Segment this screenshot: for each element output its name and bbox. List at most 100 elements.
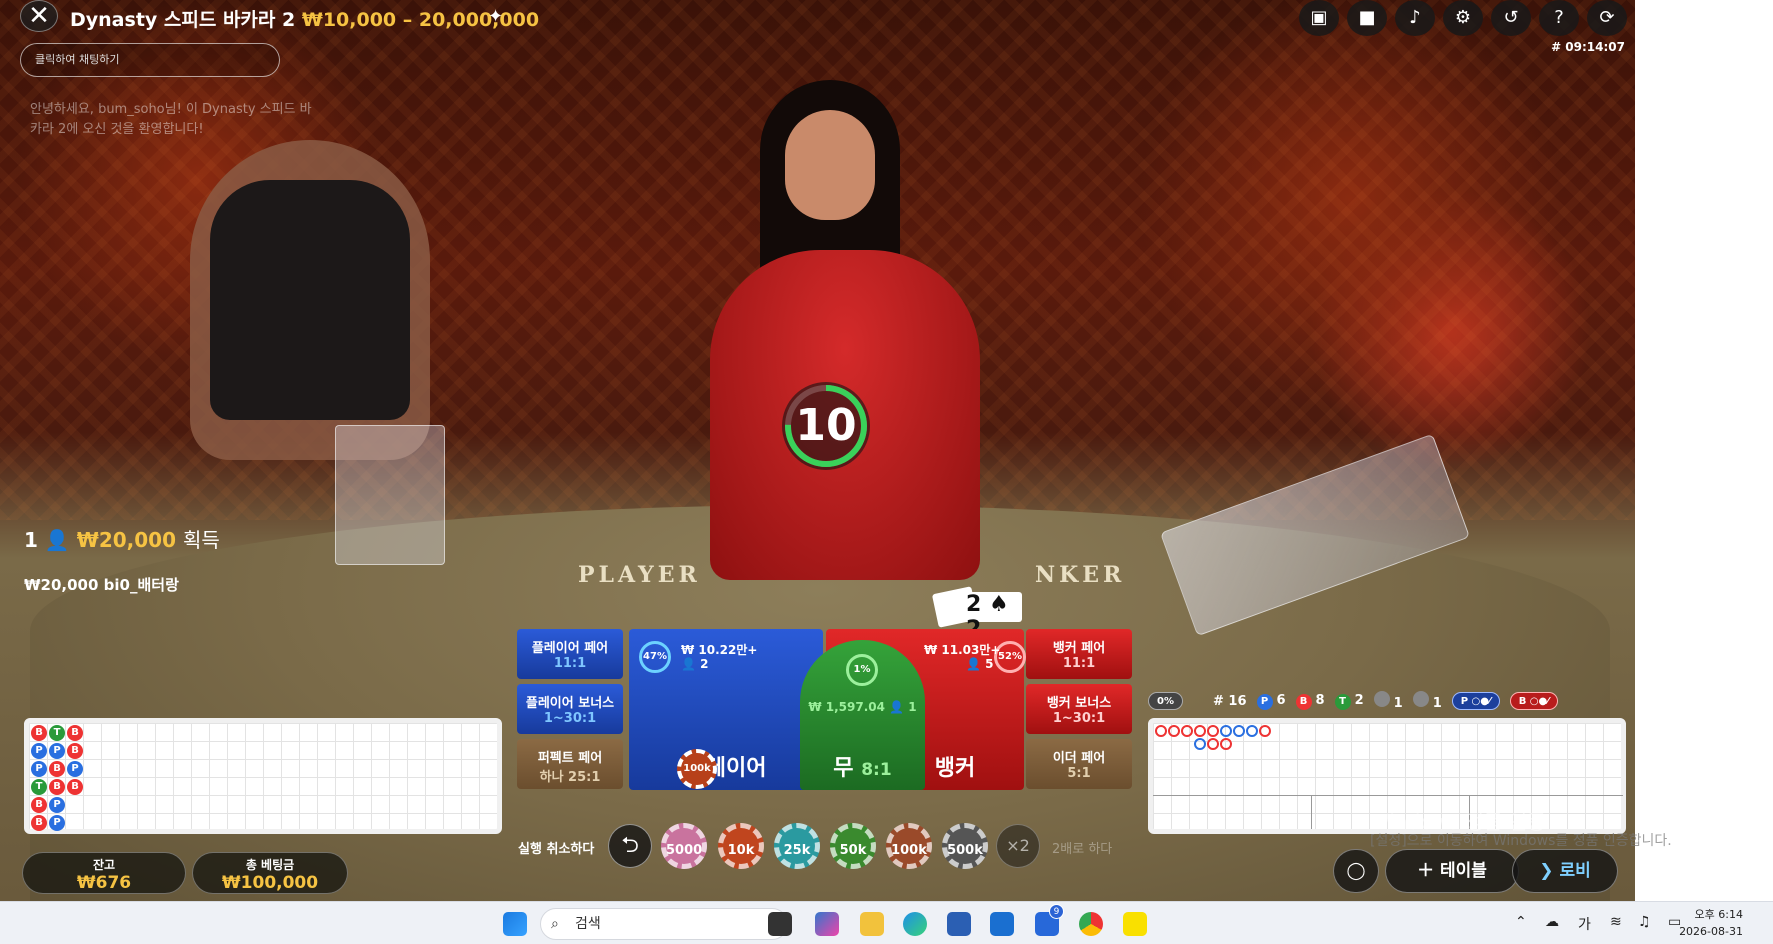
bet-limits: ₩10,000 – 20,000,000	[301, 9, 540, 31]
bead-P: P	[49, 797, 65, 813]
bead-T: T	[31, 779, 47, 795]
player-pair-odds: 11:1	[553, 656, 587, 671]
store-icon[interactable]	[947, 912, 971, 936]
video-icon[interactable]: ■	[1347, 0, 1387, 36]
plus-icon: ＋	[1417, 861, 1435, 881]
perfect-pair-bet[interactable]: 퍼펙트 페어 하나 25:1	[517, 739, 623, 789]
banker-pair-label: 뱅커 페어	[1052, 641, 1106, 656]
add-table-button[interactable]: ＋ 테이블	[1385, 849, 1519, 893]
tie-bet[interactable]: 1% ₩ 1,597.04 👤 1 무 8:1	[800, 640, 925, 790]
player-bonus-odds: 1~30:1	[543, 711, 597, 726]
close-button[interactable]: ✕	[20, 0, 58, 32]
tray-chevron-icon[interactable]: ⌃	[1515, 914, 1527, 930]
balance-display: 잔고 ₩676	[22, 852, 186, 894]
lobby-button[interactable]: ❯ 로비	[1512, 849, 1618, 893]
chip-500k[interactable]: 500k	[942, 823, 988, 869]
bead-B: B	[31, 815, 47, 831]
task-view-icon[interactable]	[768, 912, 792, 936]
onedrive-icon[interactable]: ☁	[1545, 914, 1559, 930]
chat-input[interactable]: 클릭하여 채팅하기	[20, 43, 280, 77]
chat-icon[interactable]: ▣	[1299, 0, 1339, 36]
banker-count: 👤 5	[966, 657, 994, 671]
countdown-timer: 10	[782, 382, 870, 470]
big-road-mark	[1220, 738, 1232, 750]
file-explorer-icon[interactable]	[860, 912, 884, 936]
big-road-mark	[1194, 725, 1206, 737]
windows-activation-hint: [설정]으로 이동하여 Windows를 정품 인증합니다.	[1370, 833, 1672, 849]
either-pair-bet[interactable]: 이더 페어 5:1	[1026, 739, 1132, 789]
chip-50k[interactable]: 50k	[830, 823, 876, 869]
player-stake: ₩ 10.22만+	[681, 643, 758, 657]
outlook-icon[interactable]	[990, 912, 1014, 936]
tie-wins-value: 2	[1354, 692, 1364, 708]
player-pair-bet[interactable]: 플레이어 페어 11:1	[517, 629, 623, 679]
bead-T: T	[49, 725, 65, 741]
lobby-switch-icon[interactable]: ⟳	[1587, 0, 1627, 36]
lobby-arrow-icon: ❯	[1539, 861, 1554, 881]
tie-dot-icon: T	[1334, 693, 1351, 710]
search-placeholder: 검색	[575, 916, 601, 932]
player-label: 플레이어	[685, 756, 767, 781]
placed-chip-100k: 100k	[677, 749, 717, 789]
bead-road[interactable]: BPPTBBTPBBPPBBPB	[24, 718, 502, 834]
banker-count-value: 5	[985, 657, 994, 671]
player-pair-count: 1	[1373, 691, 1403, 711]
chip-5000[interactable]: 5000	[661, 823, 707, 869]
banker-pair-dot-icon	[1412, 691, 1429, 707]
banker-pair-bet[interactable]: 뱅커 페어 11:1	[1026, 629, 1132, 679]
pin-icon[interactable]: ✦	[488, 6, 503, 27]
table-title: Dynasty 스피드 바카라 2 ₩10,000 – 20,000,000	[70, 5, 539, 32]
live-game-view: PLAYER NKER 2 ♠ 2 ✕ Dynasty 스피드 바카라 2 ₩1…	[0, 0, 1635, 901]
chrome-icon[interactable]	[1079, 912, 1103, 936]
ime-indicator[interactable]: 가	[1578, 914, 1591, 934]
wifi-icon[interactable]: ≋	[1610, 914, 1622, 930]
player-pair-count-value: 1	[1393, 696, 1403, 711]
road-divider	[1153, 795, 1623, 796]
banker-bonus-bet[interactable]: 뱅커 보너스 1~30:1	[1026, 684, 1132, 734]
chip-10k[interactable]: 10k	[718, 823, 764, 869]
player-wins-value: 6	[1276, 692, 1286, 708]
chip-100k[interactable]: 100k	[886, 823, 932, 869]
start-icon[interactable]	[503, 912, 527, 936]
history-icon[interactable]: ↺	[1491, 0, 1531, 36]
balance-value: ₩676	[76, 873, 132, 893]
ask-banker-button[interactable]: B ○●⁄	[1509, 692, 1558, 710]
total-bet-label: 총 베팅금	[245, 858, 295, 872]
perfect-pair-odds: 하나 25:1	[539, 770, 601, 785]
double-button[interactable]: ×2	[996, 824, 1040, 868]
game-clock: # 09:14:07	[1551, 40, 1625, 54]
edge-icon[interactable]	[903, 912, 927, 936]
either-pair-odds: 5:1	[1067, 766, 1091, 781]
taskbar-search[interactable]: ⌕ 검색	[540, 908, 788, 940]
big-road-mark	[1220, 725, 1232, 737]
tie-wins: T2	[1334, 692, 1364, 710]
big-road-mark	[1207, 725, 1219, 737]
kakaotalk-icon[interactable]	[1123, 912, 1147, 936]
m365-icon[interactable]	[815, 912, 839, 936]
player-bet[interactable]: 47% ₩ 10.22만+ 👤 2 플레이어 100k	[629, 629, 823, 790]
winner-suffix: 획득	[182, 528, 220, 552]
banker-dot-icon: B	[1295, 693, 1312, 710]
help-icon[interactable]: ?	[1539, 0, 1579, 36]
winners-summary: 1 👤 ₩20,000 획득	[24, 524, 220, 553]
player-bonus-label: 플레이어 보너스	[525, 696, 615, 711]
big-road-mark	[1181, 725, 1193, 737]
chat-toggle-button[interactable]: ◯	[1333, 849, 1379, 893]
player-percent: 47%	[639, 641, 671, 673]
undo-label: 실행 취소하다	[518, 842, 595, 857]
tie-odds: 8:1	[861, 760, 892, 780]
speaker-icon[interactable]: ♫	[1638, 914, 1651, 930]
banker-wins: B8	[1295, 693, 1325, 710]
chip-25k[interactable]: 25k	[774, 823, 820, 869]
player-bonus-bet[interactable]: 플레이어 보너스 1~30:1	[517, 684, 623, 734]
gear-icon[interactable]: ⚙	[1443, 0, 1483, 36]
stats-percent-badge[interactable]: 0%	[1148, 692, 1183, 710]
taskbar-clock[interactable]: 오후 6:14 2026-08-31	[1679, 906, 1743, 940]
ask-player-button[interactable]: P ○●⁄	[1451, 692, 1500, 710]
undo-button[interactable]: ⮌	[608, 824, 652, 868]
player-count-value: 2	[700, 657, 709, 671]
volume-icon[interactable]: ♪	[1395, 0, 1435, 36]
total-bet-value: ₩100,000	[221, 873, 319, 893]
teams-icon[interactable]: 9	[1035, 904, 1064, 936]
either-pair-label: 이더 페어	[1052, 751, 1106, 766]
